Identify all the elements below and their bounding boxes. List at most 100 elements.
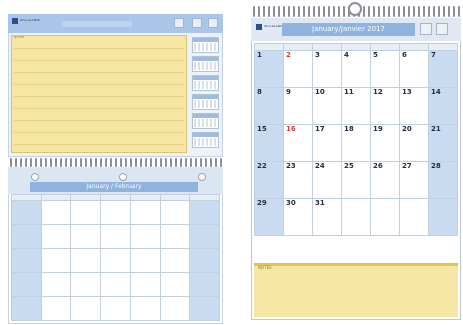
coil-loop — [293, 6, 295, 17]
weekday-header-cell — [284, 44, 312, 50]
top-sheet-badge — [208, 18, 218, 28]
day-cell — [71, 225, 101, 248]
day-number: 6 — [402, 51, 407, 59]
coil-loop — [20, 158, 22, 167]
day-cell — [190, 201, 219, 224]
top-sheet-badge — [174, 18, 184, 28]
day-number: 17 — [315, 125, 325, 133]
coil-loop — [150, 158, 152, 167]
weekday-header-cell — [190, 195, 219, 200]
day-cell: 10 — [313, 88, 341, 124]
day-cell: 6 — [400, 51, 428, 87]
coil-loop — [165, 158, 167, 167]
coil-loop — [363, 6, 365, 17]
bottom-month-grid — [11, 194, 220, 321]
day-cell — [101, 297, 130, 320]
day-cell: 31 — [313, 199, 341, 235]
day-cell — [101, 201, 130, 224]
note-line — [14, 108, 184, 109]
day-number: 15 — [257, 125, 267, 133]
coil-loop — [60, 158, 62, 167]
weekday-header-cell — [371, 44, 399, 50]
day-cell — [160, 297, 190, 320]
day-cell: 1 — [255, 51, 283, 87]
day-cell — [160, 273, 190, 296]
coil-loop — [75, 158, 77, 167]
coil-loop — [308, 6, 310, 17]
coil-loop — [115, 158, 117, 167]
coil-loop — [190, 158, 192, 167]
day-number: 3 — [315, 51, 320, 59]
weekday-header-cell — [130, 195, 160, 200]
weekday-header-cell — [71, 195, 101, 200]
coil-loop — [50, 158, 52, 167]
coil-loop — [428, 6, 430, 17]
day-number: 14 — [431, 88, 441, 96]
day-number: 23 — [286, 162, 296, 170]
day-cell: 16 — [284, 125, 312, 161]
mini-month-calendar — [192, 132, 219, 148]
day-cell: 13 — [400, 88, 428, 124]
coil-loop — [378, 6, 380, 17]
day-cell — [101, 273, 130, 296]
day-number: 13 — [402, 88, 412, 96]
weekday-header-cell — [12, 195, 41, 200]
coil-loop — [180, 158, 182, 167]
coil-loop — [30, 158, 32, 167]
day-cell — [12, 201, 41, 224]
coil-loop — [170, 158, 172, 167]
mini-month-calendar — [192, 37, 219, 53]
coil-loop — [120, 158, 122, 167]
day-cell — [71, 249, 101, 272]
day-cell — [190, 249, 219, 272]
day-cell: 7 — [429, 51, 457, 87]
day-cell — [130, 297, 160, 320]
weekday-header-cell — [342, 44, 370, 50]
note-line — [14, 72, 184, 73]
note-line — [14, 60, 184, 61]
mini-month-calendar — [192, 113, 219, 129]
day-cell — [12, 297, 41, 320]
coil-loop — [433, 6, 435, 17]
coil-loop — [423, 6, 425, 17]
coil-loop — [298, 6, 300, 17]
day-cell: 15 — [255, 125, 283, 161]
day-cell — [41, 201, 71, 224]
coil-loop — [278, 6, 280, 17]
coil-loop — [90, 158, 92, 167]
day-cell: 2 — [284, 51, 312, 87]
weekday-header-cell — [41, 195, 71, 200]
day-cell — [12, 273, 41, 296]
day-cell — [400, 199, 428, 235]
day-cell — [130, 249, 160, 272]
coil-loop — [313, 6, 315, 17]
note-line — [14, 132, 184, 133]
day-number: 11 — [344, 88, 354, 96]
coil-loop — [328, 6, 330, 17]
coil-loop — [100, 158, 102, 167]
coil-loop — [453, 6, 455, 17]
coil-loop — [135, 158, 137, 167]
day-cell: 14 — [429, 88, 457, 124]
day-number: 5 — [373, 51, 378, 59]
coil-loop — [45, 158, 47, 167]
day-number: 21 — [431, 125, 441, 133]
day-cell: 19 — [371, 125, 399, 161]
coil-loop — [215, 158, 217, 167]
coil-loop — [210, 158, 212, 167]
day-cell — [101, 225, 130, 248]
coil-loop — [125, 158, 127, 167]
day-cell: 30 — [284, 199, 312, 235]
day-cell: 3 — [313, 51, 341, 87]
coil-loop — [333, 6, 335, 17]
coil-loop — [383, 6, 385, 17]
day-number: 9 — [286, 88, 291, 96]
weekday-header-cell — [429, 44, 457, 50]
day-number: 8 — [257, 88, 262, 96]
coil-loop — [273, 6, 275, 17]
day-cell — [41, 297, 71, 320]
day-cell — [41, 225, 71, 248]
day-cell — [190, 297, 219, 320]
note-line — [14, 96, 184, 97]
header-badge — [436, 23, 448, 35]
